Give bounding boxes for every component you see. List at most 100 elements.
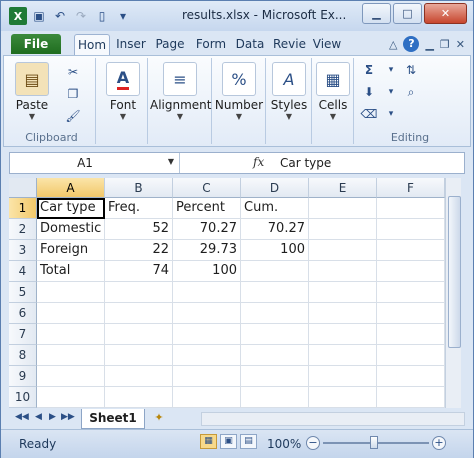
collapse-ribbon-icon[interactable]: △ xyxy=(389,38,397,51)
redo-icon[interactable]: ↷ xyxy=(72,7,90,25)
doc-close-icon[interactable]: ✕ xyxy=(456,38,465,51)
next-sheet-icon[interactable]: ▶ xyxy=(49,412,56,422)
row-header[interactable]: 6 xyxy=(9,303,37,324)
grid-cell[interactable]: 74 xyxy=(105,261,173,282)
grid-cell[interactable] xyxy=(241,282,309,303)
grid-cell[interactable]: Cum. xyxy=(241,198,309,219)
row-header[interactable]: 9 xyxy=(9,366,37,387)
undo-icon[interactable]: ↶ xyxy=(51,7,69,25)
grid-cell[interactable] xyxy=(309,261,377,282)
doc-minimize-icon[interactable]: ▁ xyxy=(425,38,433,51)
grid-cell[interactable]: 22 xyxy=(105,240,173,261)
autosum-icon[interactable]: Σ xyxy=(360,62,378,78)
grid-cell[interactable] xyxy=(241,324,309,345)
grid-cell[interactable]: 70.27 xyxy=(173,219,241,240)
grid-cell[interactable] xyxy=(173,366,241,387)
find-select-icon[interactable]: ⌕ xyxy=(402,84,420,100)
grid-cell[interactable] xyxy=(37,282,105,303)
grid-cell[interactable] xyxy=(173,303,241,324)
maximize-icon[interactable]: □ xyxy=(393,3,422,24)
grid-cell[interactable] xyxy=(309,219,377,240)
chevron-down-icon[interactable]: ▾ xyxy=(382,84,400,100)
grid-cell[interactable] xyxy=(37,387,105,408)
grid-cell[interactable] xyxy=(309,198,377,219)
customize-icon[interactable]: ▾ xyxy=(114,7,132,25)
grid-cell[interactable] xyxy=(37,345,105,366)
grid-cell[interactable] xyxy=(377,324,445,345)
select-all-button[interactable] xyxy=(9,178,37,198)
worksheet-grid[interactable]: A B C D E F 1 Car type Freq. Percent Cum. 2 Domestic… xyxy=(9,178,461,408)
grid-cell[interactable]: Percent xyxy=(173,198,241,219)
grid-cell[interactable] xyxy=(173,387,241,408)
minimize-icon[interactable]: ▁ xyxy=(362,3,391,24)
grid-cell[interactable] xyxy=(309,324,377,345)
grid-cell[interactable] xyxy=(309,366,377,387)
grid-cell[interactable] xyxy=(105,324,173,345)
horizontal-scrollbar[interactable] xyxy=(201,412,465,426)
excel-logo-icon[interactable]: X xyxy=(9,7,27,25)
grid-cell[interactable]: 29.73 xyxy=(173,240,241,261)
page-layout-view-icon[interactable]: ▣ xyxy=(220,434,237,449)
row-header[interactable]: 5 xyxy=(9,282,37,303)
insert-function-icon[interactable]: fx xyxy=(253,155,264,169)
grid-cell[interactable] xyxy=(241,345,309,366)
chevron-down-icon[interactable]: ▾ xyxy=(382,62,400,78)
tab-insert[interactable]: Inser xyxy=(113,34,149,54)
grid-cell[interactable]: Total xyxy=(37,261,105,282)
grid-cell[interactable] xyxy=(377,261,445,282)
grid-cell[interactable] xyxy=(309,303,377,324)
grid-cell[interactable] xyxy=(377,219,445,240)
row-header[interactable]: 3 xyxy=(9,240,37,261)
column-header[interactable]: A xyxy=(37,178,105,198)
grid-cell[interactable] xyxy=(377,240,445,261)
column-header[interactable]: B xyxy=(105,178,173,198)
row-header[interactable]: 4 xyxy=(9,261,37,282)
vertical-scrollbar[interactable] xyxy=(445,178,461,408)
vertical-scroll-thumb[interactable] xyxy=(448,196,461,348)
first-sheet-icon[interactable]: ◀◀ xyxy=(15,412,29,422)
grid-cell[interactable] xyxy=(241,387,309,408)
formula-input[interactable]: Car type xyxy=(280,156,331,170)
tab-page-layout[interactable]: Page xyxy=(154,34,186,54)
tab-view[interactable]: View xyxy=(312,34,342,54)
last-sheet-icon[interactable]: ▶▶ xyxy=(61,412,75,422)
grid-cell[interactable] xyxy=(105,345,173,366)
alignment-button[interactable]: ≡ Alignment ▼ xyxy=(150,62,211,121)
grid-cell[interactable] xyxy=(309,282,377,303)
row-header[interactable]: 8 xyxy=(9,345,37,366)
insert-sheet-icon[interactable]: ✦ xyxy=(149,411,169,427)
grid-cell[interactable]: Freq. xyxy=(105,198,173,219)
name-box[interactable]: A1 ▼ xyxy=(10,153,180,173)
chevron-down-icon[interactable]: ▾ xyxy=(382,106,400,122)
grid-cell[interactable]: 100 xyxy=(241,240,309,261)
cells-button[interactable]: ▦ Cells ▼ xyxy=(314,62,352,121)
paste-button[interactable]: ▤ Paste ▼ xyxy=(14,62,50,121)
column-header[interactable]: D xyxy=(241,178,309,198)
grid-cell[interactable] xyxy=(377,198,445,219)
format-painter-icon[interactable]: 🖌 xyxy=(64,108,82,124)
column-header[interactable]: C xyxy=(173,178,241,198)
grid-cell[interactable] xyxy=(173,345,241,366)
grid-cell[interactable] xyxy=(377,303,445,324)
column-header[interactable]: E xyxy=(309,178,377,198)
grid-cell[interactable]: 70.27 xyxy=(241,219,309,240)
font-button[interactable]: A Font ▼ xyxy=(104,62,142,121)
help-icon[interactable]: ? xyxy=(403,36,420,52)
grid-cell[interactable] xyxy=(37,324,105,345)
grid-cell[interactable] xyxy=(105,282,173,303)
grid-cell[interactable]: Foreign xyxy=(37,240,105,261)
grid-cell[interactable] xyxy=(377,345,445,366)
zoom-slider-thumb[interactable] xyxy=(370,436,378,449)
grid-cell[interactable] xyxy=(105,366,173,387)
grid-cell[interactable] xyxy=(377,282,445,303)
save-icon[interactable]: ▣ xyxy=(30,7,48,25)
prev-sheet-icon[interactable]: ◀ xyxy=(35,412,42,422)
zoom-in-button[interactable]: + xyxy=(432,436,446,450)
grid-cell[interactable] xyxy=(377,366,445,387)
clear-icon[interactable]: ⌫ xyxy=(360,106,378,122)
row-header[interactable]: 7 xyxy=(9,324,37,345)
grid-cell[interactable] xyxy=(241,261,309,282)
row-header[interactable]: 1 xyxy=(9,198,37,219)
row-header[interactable]: 2 xyxy=(9,219,37,240)
sheet-tab-sheet1[interactable]: Sheet1 xyxy=(81,409,145,429)
